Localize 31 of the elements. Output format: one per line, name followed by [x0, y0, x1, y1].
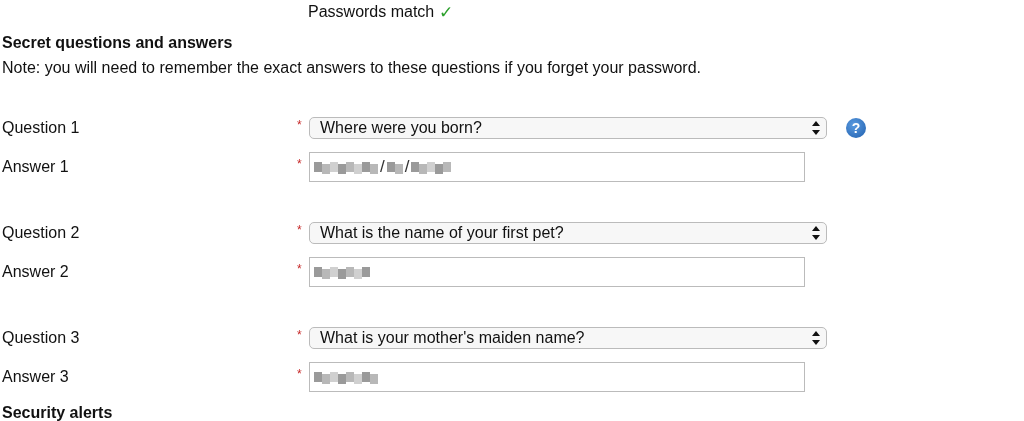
blurred-text-drawing [314, 159, 378, 175]
field-label: Answer 2 [2, 263, 70, 281]
field-label: Question 3 [2, 329, 81, 347]
question-select[interactable]: Where were you born? [309, 117, 827, 139]
up-down-arrows-icon [812, 226, 820, 240]
required-mark: * [297, 156, 303, 171]
required-mark: * [297, 366, 303, 381]
blurred-text-drawing [314, 369, 378, 385]
up-down-arrows-icon [812, 331, 820, 345]
field-label: Question 1 [2, 119, 81, 137]
required-mark: * [297, 261, 303, 276]
answer-field[interactable] [309, 362, 805, 392]
answer-field[interactable]: / / [309, 152, 805, 182]
note-text: Note: you will need to remember the exact answers to these questions if you forget your password. [2, 59, 703, 77]
check-mark: ✓ [439, 1, 454, 23]
answer-field[interactable] [309, 257, 805, 287]
required-mark: * [297, 117, 303, 132]
field-label: Answer 1 [2, 158, 70, 176]
section-heading: Secret questions and answers [2, 34, 234, 52]
section-heading: Security alerts [2, 404, 114, 421]
up-down-arrows-icon [812, 121, 820, 135]
blurred-text-drawing [386, 159, 403, 175]
status-text: Passwords match [308, 3, 435, 21]
blurred-text-drawing [411, 159, 452, 175]
question-select[interactable]: What is the name of your first pet? [309, 222, 827, 244]
field-label: Answer 3 [2, 368, 70, 386]
field-label: Question 2 [2, 224, 81, 242]
blurred-text-drawing [314, 264, 370, 280]
required-mark: * [297, 327, 303, 342]
question-select[interactable]: What is your mother's maiden name? [309, 327, 827, 349]
required-mark: * [297, 222, 303, 237]
